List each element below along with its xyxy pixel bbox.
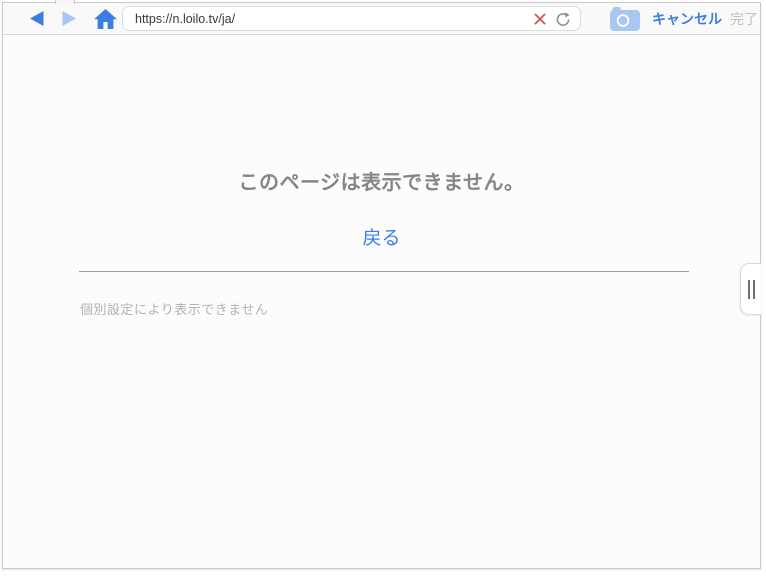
browser-toolbar: キャンセル 完了 [3,3,760,35]
error-title: このページは表示できません。 [238,172,525,194]
forward-button[interactable] [61,10,78,27]
forward-arrow-icon [62,11,76,26]
camera-button[interactable] [610,6,640,31]
stop-button[interactable] [534,13,546,25]
back-button[interactable] [28,10,45,27]
stop-x-icon [534,13,546,24]
note-text: 個別設定により表示できません [80,302,269,317]
drawer-handle-icon [747,279,755,299]
cancel-button[interactable]: キャンセル [652,9,722,29]
url-input[interactable] [135,11,534,26]
back-arrow-icon [30,11,44,26]
home-button[interactable] [94,8,117,29]
camera-icon [610,6,640,31]
browser-window: キャンセル 完了 このページは表示できません。 戻る 個別設定により表示できませ… [2,2,761,569]
divider [79,271,689,272]
home-icon [94,8,117,29]
reload-icon [556,11,570,26]
top-notch [55,0,75,4]
error-page: このページは表示できません。 戻る 個別設定により表示できません [3,35,761,568]
drawer-handle[interactable] [740,263,761,315]
reload-button[interactable] [556,11,571,27]
back-link[interactable]: 戻る [3,223,760,250]
done-button[interactable]: 完了 [730,9,758,29]
url-bar[interactable] [122,6,581,31]
screen: キャンセル 完了 このページは表示できません。 戻る 個別設定により表示できませ… [0,0,766,577]
